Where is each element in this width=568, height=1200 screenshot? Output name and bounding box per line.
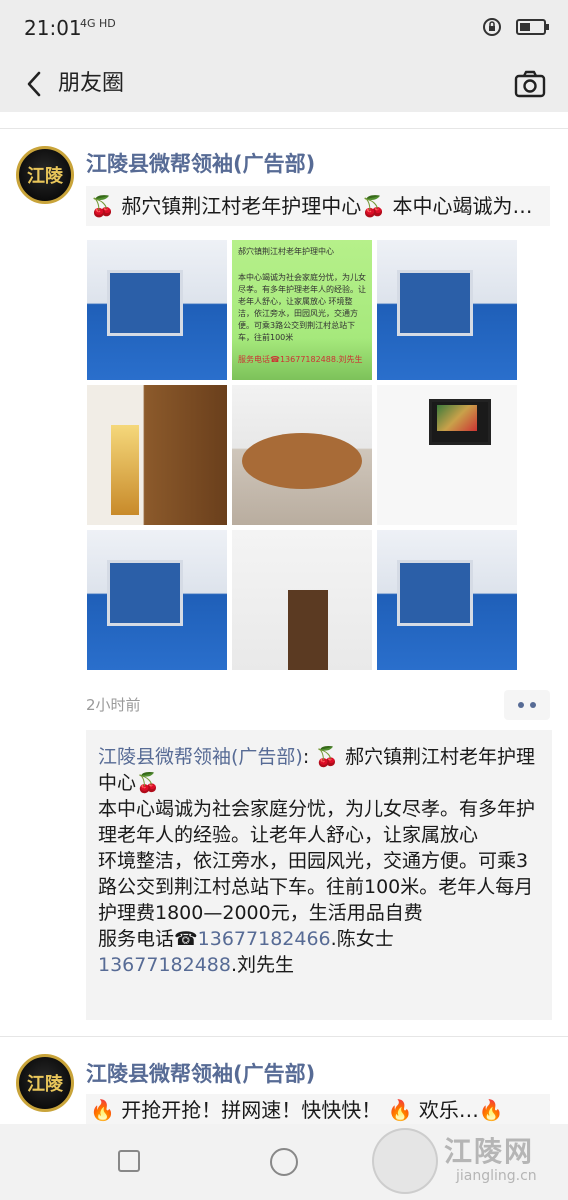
comment-box: 江陵县微帮领袖(广告部): 🍒 郝穴镇荆江村老年护理中心🍒 本中心竭诚为社会家庭… — [86, 730, 552, 1020]
phone-name-1: .陈女士 — [330, 928, 394, 950]
avatar[interactable]: 江陵 — [16, 1054, 74, 1112]
photo-table[interactable] — [232, 385, 372, 525]
photo-door[interactable] — [87, 385, 227, 525]
status-time: 21:01 — [24, 16, 82, 40]
avatar-label: 江陵 — [27, 1074, 63, 1095]
back-arrow-icon — [27, 71, 41, 97]
watermark-logo-icon — [372, 1128, 438, 1194]
post-text[interactable]: 🔥 开抢开抢！拼网速！快快快！ 🔥 欢乐…🔥 — [86, 1094, 550, 1124]
comment-line-4: 服务电话☎13677182466.陈女士 — [98, 926, 540, 952]
camera-icon — [514, 70, 546, 98]
comment-author[interactable]: 江陵县微帮领袖(广告部) — [98, 746, 303, 768]
divider — [0, 128, 568, 129]
home-button[interactable] — [270, 1148, 298, 1176]
more-options-button[interactable] — [504, 690, 550, 720]
photo-bed-1[interactable] — [87, 240, 227, 380]
camera-button[interactable] — [512, 66, 548, 102]
photo-bed-3[interactable] — [87, 530, 227, 670]
photo-grid: 郝穴镇荆江村老年护理中心 本中心竭诚为社会家庭分忧，为儿女尽孝。有多年护理老年人… — [87, 240, 519, 670]
photo-info-card[interactable]: 郝穴镇荆江村老年护理中心 本中心竭诚为社会家庭分忧，为儿女尽孝。有多年护理老年人… — [232, 240, 372, 380]
comment-line-5: 13677182488.刘先生 — [98, 952, 540, 978]
avatar-label: 江陵 — [27, 166, 63, 187]
post-author-name[interactable]: 江陵县微帮领袖(广告部) — [86, 148, 315, 178]
phone-prefix: 服务电话☎ — [98, 928, 198, 950]
phone-link-2[interactable]: 13677182488 — [98, 954, 231, 976]
comment-line-1: 江陵县微帮领袖(广告部): 🍒 郝穴镇荆江村老年护理中心🍒 — [98, 744, 540, 796]
page-title: 朋友圈 — [58, 71, 125, 96]
watermark-text: 江陵网 — [444, 1135, 535, 1168]
top-nav-bar: 朋友圈 — [0, 56, 568, 112]
phone-name-2: .刘先生 — [230, 954, 295, 976]
post-author-name[interactable]: 江陵县微帮领袖(广告部) — [86, 1058, 315, 1088]
dot-icon — [518, 702, 524, 708]
orientation-lock-icon — [483, 18, 501, 36]
info-card-phone: 服务电话☎13677182488.刘先生 — [238, 355, 363, 364]
info-card-body: 本中心竭诚为社会家庭分忧，为儿女尽孝。有多年护理老年人的经验。让老年人舒心，让家… — [238, 273, 366, 342]
comment-colon: : — [302, 746, 316, 768]
avatar[interactable]: 江陵 — [16, 146, 74, 204]
photo-bed-4[interactable] — [377, 530, 517, 670]
photo-room[interactable] — [232, 530, 372, 670]
watermark: 江陵网 jiangling.cn — [372, 1126, 562, 1196]
comment-line-3: 环境整洁，依江旁水，田园风光，交通方便。可乘3路公交到荆江村总站下车。往前100… — [98, 850, 534, 924]
photo-bed-2[interactable] — [377, 240, 517, 380]
post-text[interactable]: 🍒 郝穴镇荆江村老年护理中心🍒 本中心竭诚为社会家庭分忧，为儿女尽孝… — [86, 186, 550, 226]
network-indicator: 4G HD — [80, 17, 116, 30]
status-bar: 21:01 4G HD — [0, 0, 568, 56]
post-timestamp: 2小时前 — [86, 696, 141, 714]
info-card-title: 郝穴镇荆江村老年护理中心 — [238, 247, 334, 256]
photo-tv[interactable] — [377, 385, 517, 525]
back-button[interactable] — [16, 66, 52, 102]
recent-apps-button[interactable] — [118, 1150, 140, 1172]
battery-icon — [516, 19, 549, 35]
dot-icon — [530, 702, 536, 708]
comment-line-2: 本中心竭诚为社会家庭分忧，为儿女尽孝。有多年护理老年人的经验。让老年人舒心，让家… — [98, 798, 536, 846]
phone-link-1[interactable]: 13677182466 — [198, 928, 331, 950]
watermark-url: jiangling.cn — [456, 1168, 537, 1184]
divider — [0, 1036, 568, 1037]
